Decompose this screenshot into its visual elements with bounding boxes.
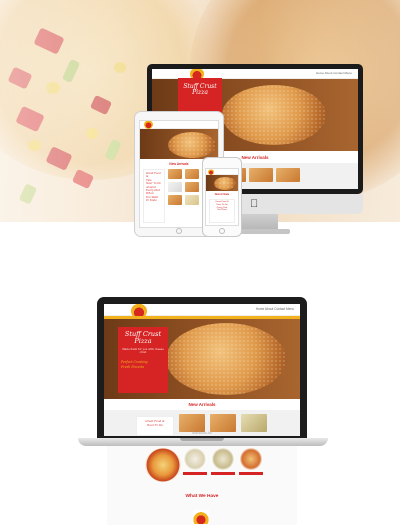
tablet-menu-card: Great Food & Tips Near To Do Around Ever… bbox=[143, 169, 165, 223]
laptop-new-arrivals: New Arrivals bbox=[188, 402, 216, 407]
pizza-logo-icon bbox=[144, 121, 153, 129]
phone-new-arrivals: New Arrivals bbox=[214, 193, 230, 196]
laptop-hero-banner: Stuff Crust Pizza Made fresh for you wit… bbox=[104, 319, 300, 399]
laptop-tagline-card: Stuff Crust Pizza Made fresh for you wit… bbox=[118, 327, 168, 393]
home-button-icon bbox=[176, 228, 182, 234]
laptop-nav[interactable]: Home About Contact Menu bbox=[256, 307, 294, 311]
laptop-screen: Home About Contact Menu Stuff Crust Pizz… bbox=[97, 297, 307, 439]
laptop-menu-card: Great Food & Near To Do bbox=[136, 416, 174, 436]
phone-device: New Arrivals Great Food & Near To Do Eve… bbox=[202, 157, 242, 237]
laptop-feature-2: Fresh Pizzeria bbox=[121, 365, 145, 370]
showcase-page: Home About Contact Menu Stuff Crust Pizz… bbox=[0, 0, 400, 525]
site-continuation: What We Have bbox=[107, 446, 297, 525]
thumb[interactable] bbox=[276, 168, 300, 182]
laptop-thumb-row bbox=[179, 414, 267, 432]
apple-logo-icon:  bbox=[250, 198, 258, 210]
thumb[interactable] bbox=[210, 414, 236, 432]
phone-menu-card: Great Food & Near To Do Every Diet You W… bbox=[209, 199, 235, 223]
thumb[interactable] bbox=[241, 414, 267, 432]
dish-image bbox=[239, 448, 263, 470]
laptop-tagline: Stuff Crust Pizza bbox=[124, 330, 162, 345]
thumb[interactable] bbox=[179, 414, 205, 432]
laptop-brand-label: MacBook Air bbox=[192, 431, 212, 435]
dish-image bbox=[183, 448, 207, 470]
dish-image bbox=[211, 448, 235, 470]
home-button-icon bbox=[219, 228, 225, 234]
pizza-image bbox=[145, 448, 181, 482]
laptop-tagline-sub: Made fresh for you with cheese crust bbox=[122, 348, 164, 355]
pizza-logo-icon bbox=[193, 510, 209, 524]
laptop-site-screen: Home About Contact Menu Stuff Crust Pizz… bbox=[104, 304, 300, 436]
thumb[interactable] bbox=[249, 168, 273, 182]
desktop-nav[interactable]: Home About Contact Menu bbox=[316, 71, 352, 75]
what-we-have-heading: What We Have bbox=[185, 494, 219, 499]
phone-site-screen: New Arrivals Great Food & Near To Do Eve… bbox=[205, 168, 239, 226]
laptop-notch bbox=[180, 438, 224, 441]
desktop-tagline: Stuff Crust Pizza bbox=[183, 83, 217, 96]
